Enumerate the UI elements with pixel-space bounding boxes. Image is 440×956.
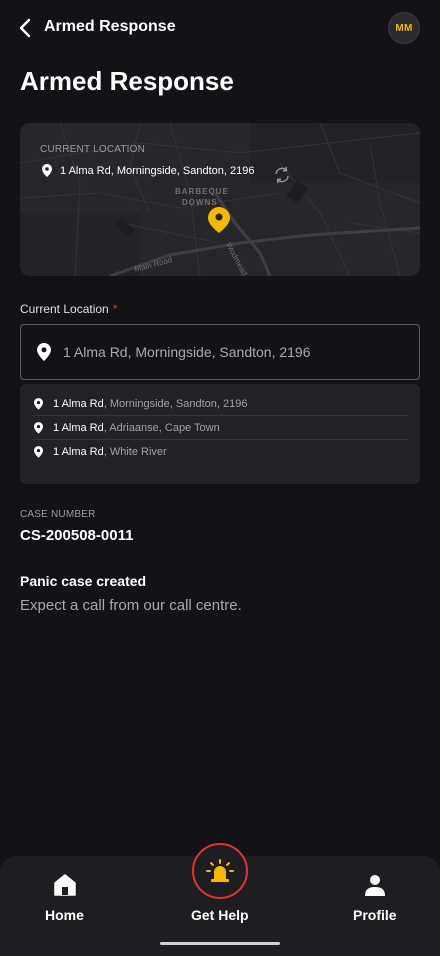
location-input-value: 1 Alma Rd, Morningside, Sandton, 2196 bbox=[63, 344, 311, 360]
suggestion-main: 1 Alma Rd bbox=[53, 421, 104, 434]
location-marker-icon bbox=[208, 207, 230, 233]
refresh-location-button[interactable] bbox=[272, 165, 292, 185]
case-number-caption: CASE NUMBER bbox=[20, 509, 96, 520]
home-indicator bbox=[160, 942, 280, 945]
map-area-label-2: DOWNS bbox=[182, 198, 218, 207]
map-address: 1 Alma Rd, Morningside, Sandton, 2196 bbox=[42, 164, 254, 177]
status-message: Expect a call from our call centre. bbox=[20, 597, 242, 614]
nav-profile[interactable]: Profile bbox=[340, 856, 410, 956]
person-icon bbox=[365, 875, 385, 896]
refresh-icon bbox=[275, 166, 289, 184]
nav-get-help[interactable]: Get Help bbox=[175, 843, 265, 956]
map-address-text: 1 Alma Rd, Morningside, Sandton, 2196 bbox=[60, 164, 255, 177]
pin-icon bbox=[42, 164, 52, 177]
header-title: Armed Response bbox=[44, 18, 176, 35]
pin-icon bbox=[37, 343, 51, 361]
avatar[interactable]: MM bbox=[388, 12, 420, 44]
siren-icon bbox=[206, 859, 234, 882]
suggestion-rest: , Morningside, Sandton, 2196 bbox=[103, 397, 248, 410]
suggestion-rest: , Adriaanse, Cape Town bbox=[103, 421, 220, 434]
map-marker bbox=[208, 207, 230, 238]
location-label-text: Current Location bbox=[20, 302, 109, 316]
status-title: Panic case created bbox=[20, 573, 147, 589]
suggestion-main: 1 Alma Rd bbox=[53, 397, 104, 410]
bottom-nav: Home Get Help Profile bbox=[0, 843, 440, 956]
top-bar: Armed Response MM bbox=[0, 0, 440, 56]
map-caption: CURRENT LOCATION bbox=[40, 144, 146, 155]
nav-home-label: Home bbox=[45, 907, 84, 923]
back-icon bbox=[19, 18, 31, 38]
map-area-label-1: BARBEQUE bbox=[175, 187, 229, 196]
location-input[interactable]: 1 Alma Rd, Morningside, Sandton, 2196 bbox=[20, 324, 420, 380]
suggestion-rest: , White River bbox=[103, 446, 167, 458]
location-field-label: Current Location * bbox=[20, 302, 117, 316]
suggestion-item[interactable]: 1 Alma Rd, White River bbox=[32, 440, 408, 464]
page-title: Armed Response bbox=[20, 66, 234, 96]
home-icon bbox=[54, 874, 76, 896]
back-button[interactable] bbox=[14, 16, 36, 40]
pin-icon bbox=[34, 397, 43, 410]
pin-icon bbox=[34, 421, 43, 434]
case-number: CS-200508-0011 bbox=[20, 527, 134, 544]
suggestion-item[interactable]: 1 Alma Rd, Morningside, Sandton, 2196 bbox=[32, 392, 408, 416]
location-suggestions: 1 Alma Rd, Morningside, Sandton, 2196 1 … bbox=[20, 384, 420, 484]
required-mark: * bbox=[112, 302, 118, 316]
nav-profile-label: Profile bbox=[353, 907, 397, 923]
pin-icon bbox=[34, 446, 43, 458]
nav-get-help-label: Get Help bbox=[191, 907, 249, 923]
map-card[interactable]: CURRENT LOCATION 1 Alma Rd, Morningside,… bbox=[20, 123, 420, 276]
suggestion-main: 1 Alma Rd bbox=[53, 446, 104, 458]
suggestion-item[interactable]: 1 Alma Rd, Adriaanse, Cape Town bbox=[32, 416, 408, 440]
nav-home[interactable]: Home bbox=[30, 856, 100, 956]
